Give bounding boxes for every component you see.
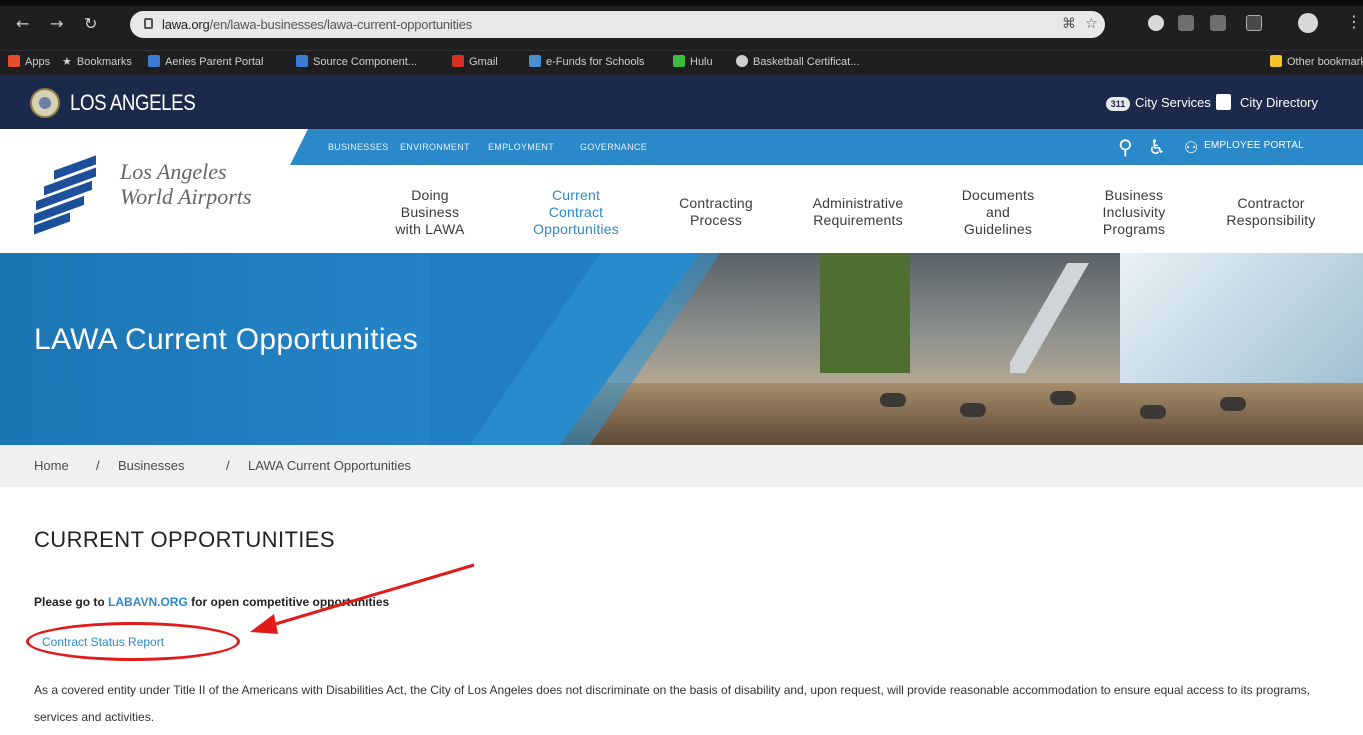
city-seal-logo[interactable]	[30, 88, 60, 118]
accessibility-icon[interactable]: ♿	[1148, 135, 1166, 159]
apps-grid-icon	[8, 55, 20, 67]
directory-book-icon[interactable]	[1216, 94, 1231, 110]
page-title: CURRENT OPPORTUNITIES	[34, 527, 335, 552]
lawa-header: BUSINESSES ENVIRONMENT EMPLOYMENT GOVERN…	[0, 129, 1363, 253]
notice-text: Please go to	[34, 595, 105, 609]
profile-avatar[interactable]	[1298, 13, 1318, 33]
utility-link-governance[interactable]: GOVERNANCE	[580, 142, 647, 152]
breadcrumb-current: LAWA Current Opportunities	[248, 458, 412, 473]
breadcrumb-separator: /	[96, 458, 100, 473]
s-extension-icon[interactable]	[1246, 15, 1262, 31]
menu-icon[interactable]: ⋮	[1346, 12, 1362, 31]
city-directory-link[interactable]: City Directory	[1240, 95, 1318, 110]
translate-icon[interactable]: ⌘	[1062, 16, 1076, 32]
breadcrumb: Home / Businesses / LAWA Current Opportu…	[0, 445, 1363, 487]
reload-icon[interactable]: ↻	[84, 14, 97, 33]
terminal-photo-escalator	[1010, 263, 1090, 373]
nav-label: Contracting Process	[679, 195, 753, 228]
user-icon[interactable]: ⚇	[1184, 138, 1198, 157]
bookmark-bookmarks[interactable]: ★ Bookmarks	[62, 55, 132, 68]
terminal-photo-seat	[1140, 405, 1166, 419]
lawa-logo-mark[interactable]	[34, 155, 100, 235]
hulu-icon	[673, 55, 685, 67]
nav-label: Doing Business with LAWA	[395, 187, 465, 237]
extension-icon[interactable]	[1178, 15, 1194, 31]
nav-administrative-requirements[interactable]: Administrative Requirements	[790, 195, 926, 229]
extension-icon[interactable]	[1148, 15, 1164, 31]
terminal-photo-seat	[960, 403, 986, 417]
address-bar[interactable]: lawa.org/en/lawa-businesses/lawa-current…	[130, 11, 1105, 38]
utility-link-employment[interactable]: EMPLOYMENT	[488, 142, 554, 152]
logo-line-1: Los Angeles	[120, 159, 227, 184]
forward-icon[interactable]: →	[50, 14, 63, 33]
nav-label: Administrative Requirements	[812, 195, 904, 228]
aeries-icon	[148, 55, 160, 67]
nav-doing-business[interactable]: Doing Business with LAWA	[384, 187, 476, 238]
breadcrumb-separator: /	[226, 458, 230, 473]
terminal-photo-light	[1120, 253, 1363, 393]
city-title[interactable]: LOS ANGELES	[70, 90, 196, 116]
utility-bar: BUSINESSES ENVIRONMENT EMPLOYMENT GOVERN…	[290, 129, 1363, 165]
bookmark-source-component[interactable]: Source Component...	[296, 55, 417, 68]
lock-icon	[144, 18, 153, 29]
url-text: lawa.org/en/lawa-businesses/lawa-current…	[162, 17, 473, 32]
bookmark-aeries[interactable]: Aeries Parent Portal	[148, 55, 263, 68]
annotation-circle	[26, 622, 240, 661]
nav-label: Current Contract Opportunities	[533, 187, 619, 237]
search-icon[interactable]: ⚲	[1118, 135, 1133, 159]
terminal-photo-seat	[880, 393, 906, 407]
nav-label: Contractor Responsibility	[1226, 195, 1316, 228]
utility-link-environment[interactable]: ENVIRONMENT	[400, 142, 470, 152]
banner-title: LAWA Current Opportunities	[34, 323, 419, 356]
source-icon	[296, 55, 308, 67]
qr-extension-icon[interactable]	[1210, 15, 1226, 31]
star-icon[interactable]: ☆	[1085, 16, 1098, 32]
lawa-logo-text[interactable]: Los Angeles World Airports	[120, 159, 251, 209]
gmail-icon	[452, 55, 464, 67]
bookmarks-bar: Apps ★ Bookmarks Aeries Parent Portal Sou…	[0, 50, 1363, 75]
hero-banner: LAWA Current Opportunities	[0, 253, 1363, 445]
folder-icon	[1270, 55, 1282, 67]
logo-line-2: World Airports	[120, 184, 252, 209]
labavn-notice: Please go to LABAVN.ORG for open competi…	[34, 595, 389, 609]
bookmark-efunds[interactable]: e-Funds for Schools	[529, 55, 644, 68]
labavn-link[interactable]: LABAVN.ORG	[108, 595, 188, 609]
breadcrumb-businesses[interactable]: Businesses	[118, 458, 184, 473]
nav-business-inclusivity[interactable]: Business Inclusivity Programs	[1084, 187, 1184, 238]
terminal-photo-seat	[1220, 397, 1246, 411]
city-services-link[interactable]: City Services	[1135, 95, 1211, 110]
globe-icon	[736, 55, 748, 67]
nav-label: Business Inclusivity Programs	[1102, 187, 1166, 237]
city-header: LOS ANGELES 311 City Services City Direc…	[0, 75, 1363, 129]
browser-toolbar: ← → ↻ lawa.org/en/lawa-businesses/lawa-c…	[0, 0, 1363, 50]
efunds-icon	[529, 55, 541, 67]
bookmark-hulu[interactable]: Hulu	[673, 55, 713, 68]
nav-current-opportunities[interactable]: Current Contract Opportunities	[516, 187, 636, 238]
nav-documents-guidelines[interactable]: Documents and Guidelines	[946, 187, 1050, 238]
bookmark-apps[interactable]: Apps	[8, 55, 50, 68]
ada-statement: As a covered entity under Title II of th…	[34, 683, 1311, 724]
employee-portal-link[interactable]: EMPLOYEE PORTAL	[1204, 140, 1304, 151]
nav-contracting-process[interactable]: Contracting Process	[660, 195, 772, 229]
notice-text: for open competitive opportunities	[191, 595, 390, 609]
nav-contractor-responsibility[interactable]: Contractor Responsibility	[1206, 195, 1336, 229]
nav-label: Documents and Guidelines	[961, 187, 1035, 237]
other-bookmarks[interactable]: Other bookmarks	[1270, 55, 1363, 68]
bookmark-gmail[interactable]: Gmail	[452, 55, 498, 68]
311-badge[interactable]: 311	[1106, 97, 1130, 111]
terminal-photo-wall	[820, 253, 910, 373]
back-icon[interactable]: ←	[16, 14, 29, 33]
bookmark-basketball[interactable]: Basketball Certificat...	[736, 55, 859, 68]
utility-link-businesses[interactable]: BUSINESSES	[328, 142, 389, 152]
star-icon: ★	[62, 56, 72, 68]
terminal-photo-seat	[1050, 391, 1076, 405]
breadcrumb-home[interactable]: Home	[34, 458, 69, 473]
